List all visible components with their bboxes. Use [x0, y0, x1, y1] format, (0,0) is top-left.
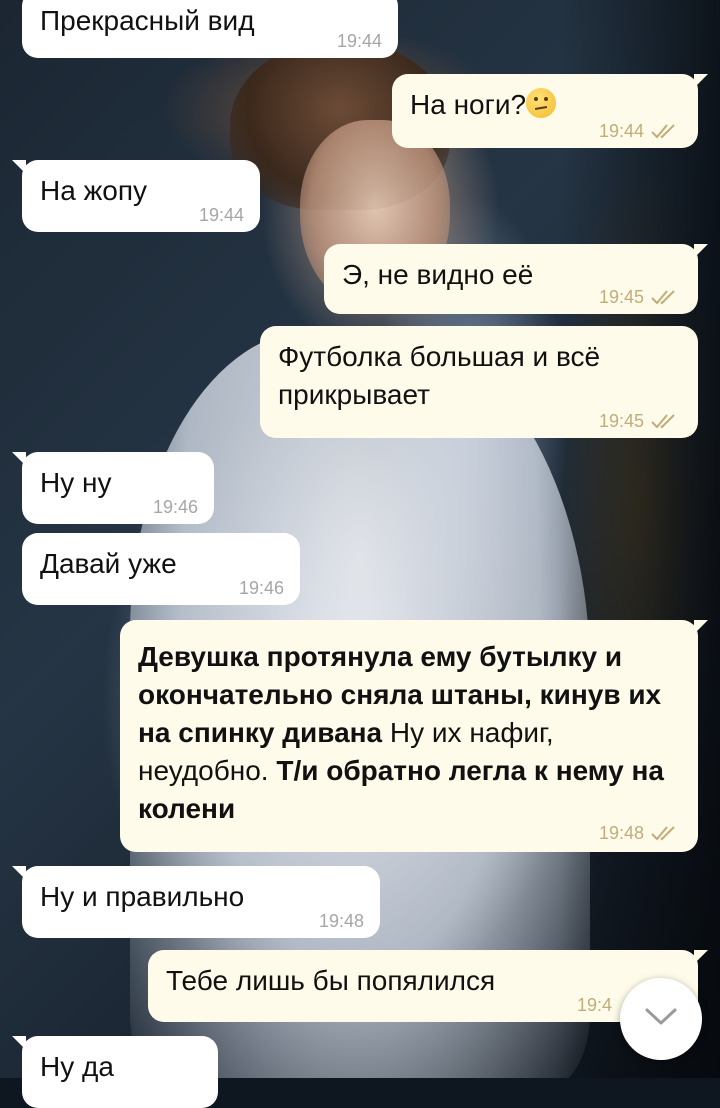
message-bubble-outgoing[interactable]: Тебе лишь бы попялился 19:4	[148, 950, 708, 1022]
message-bubble-incoming[interactable]: Ну и правильно 19:48	[12, 866, 380, 938]
message-bubble-outgoing[interactable]: На ноги? 19:44	[392, 74, 708, 148]
message-bubble-incoming[interactable]: Давай уже 19:46	[22, 533, 300, 605]
message-bubble-incoming[interactable]: Ну ну 19:46	[12, 452, 214, 524]
message-time: 19:48	[599, 824, 682, 842]
message-bubble-incoming[interactable]: Ну да	[12, 1036, 218, 1108]
message-text: Давай уже	[40, 548, 177, 579]
message-time: 19:46	[152, 497, 198, 517]
message-text-line: прикрывает	[278, 379, 430, 410]
message-text: На жопу	[40, 175, 148, 206]
message-bubble-outgoing[interactable]: Футболка большая и всё прикрывает 19:45	[260, 326, 698, 438]
message-time: 19:45	[599, 288, 682, 306]
message-time: 19:44	[336, 31, 382, 51]
message-time: 19:44	[198, 205, 244, 225]
message-bubble-outgoing[interactable]: Э, не видно её 19:45	[324, 244, 708, 314]
chevron-down-icon	[644, 1007, 678, 1032]
message-text: Тебе лишь бы попялился	[166, 965, 496, 996]
message-text: Э, не видно её	[342, 259, 534, 290]
double-check-icon	[650, 825, 682, 841]
message-time: 19:45	[599, 412, 682, 430]
double-check-icon	[650, 289, 682, 305]
message-text: Прекрасный вид	[40, 5, 255, 36]
message-bubble-outgoing[interactable]: Девушка протянула ему бутылку и окончате…	[120, 620, 708, 852]
message-text: Ну да	[40, 1051, 114, 1082]
message-bubble-incoming[interactable]: Прекрасный вид 19:44	[22, 0, 398, 58]
message-text: На ноги?	[410, 89, 527, 120]
double-check-icon	[650, 123, 682, 139]
message-time: 19:48	[318, 911, 364, 931]
message-text: Ну и правильно	[40, 881, 245, 912]
scroll-to-bottom-button[interactable]	[620, 978, 702, 1060]
message-time: 19:4	[576, 995, 612, 1015]
double-check-icon	[650, 413, 682, 429]
raised-eyebrow-emoji-icon	[526, 88, 557, 118]
wallpaper-shadow	[560, 0, 720, 1078]
message-text-line: Футболка большая и всё	[278, 341, 601, 372]
message-time: 19:44	[599, 122, 682, 140]
message-time: 19:46	[238, 578, 284, 598]
message-text: Ну ну	[40, 467, 112, 498]
message-bubble-incoming[interactable]: На жопу 19:44	[12, 160, 260, 232]
